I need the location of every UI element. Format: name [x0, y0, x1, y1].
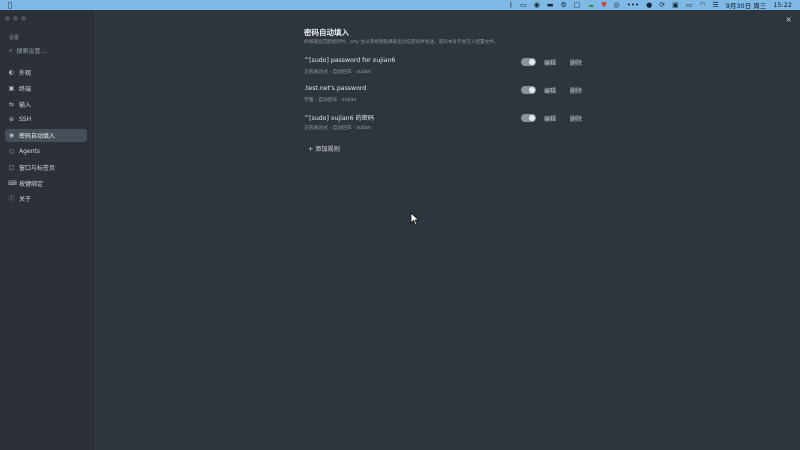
link-icon: ⊕ — [8, 116, 15, 124]
sidebar-item-label: Agents — [19, 147, 40, 155]
rule-enabled-toggle[interactable] — [521, 114, 536, 122]
sidebar-list: ◐ 外观 ▣ 终端 ⇆ 输入 ⊕ SSH ◉ 密码自动填入 ○ Agents ▢… — [5, 66, 87, 208]
terminal-icon: ▣ — [8, 84, 15, 92]
sidebar-item-label: 外观 — [19, 70, 32, 77]
sidebar-item-about[interactable]: ⓘ 关于 — [5, 192, 87, 205]
eye-icon: ◉ — [8, 132, 15, 140]
rule-row: ^[sudo] password for xujian6 正则表达式 · 自动回… — [304, 57, 594, 81]
menubar-date[interactable]: 9月30日 周三 — [726, 0, 766, 10]
settings-icon[interactable]: ⚙ — [561, 0, 567, 10]
sidebar-item-password-autofill[interactable]: ◉ 密码自动填入 — [5, 129, 87, 143]
sidebar-item-ssh[interactable]: ⊕ SSH — [5, 113, 87, 126]
sidebar-item-windows-tabs[interactable]: ▢ 窗口与标签页 — [5, 161, 87, 174]
menu-bar:  ᛒ ▭ ◉ ▬ ⚙ ▢ ☁ ⛊ ◎ ••• ● ⟳ ▣ ▭ ◠ ☰ 9月30… — [0, 0, 800, 10]
menubar-time[interactable]: 15:22 — [773, 1, 792, 9]
sidebar-item-label: 关于 — [19, 196, 32, 204]
sidebar-item-label: SSH — [19, 116, 32, 124]
rule-row: ^[sudo] xujian6 的密码 正则表达式 · 自动回车 · xujia… — [304, 113, 594, 137]
main-panel: × 密码自动填入 终端输出匹配规则时，etty 会从系统钥匙串取出对应密码并发送… — [96, 10, 800, 450]
bluetooth-icon[interactable]: ᛒ — [509, 0, 513, 10]
delete-button[interactable]: 删除 — [570, 58, 582, 67]
rule-pattern: ^[sudo] password for xujian6 — [304, 57, 396, 64]
control-center-icon[interactable]: ☰ — [713, 0, 719, 10]
screen-mirror-icon[interactable]: ▭ — [520, 0, 527, 10]
camera-icon[interactable]: ◉ — [534, 0, 540, 10]
sidebar-item-label: 按键绑定 — [19, 180, 44, 188]
agents-icon: ○ — [8, 147, 15, 155]
sidebar-item-label: 窗口与标签页 — [19, 164, 56, 172]
rule-meta: 正则表达式 · 自动回车 · xujian — [304, 126, 371, 131]
sidebar-item-label: 输入 — [19, 101, 32, 109]
shield-icon[interactable]: ⛊ — [601, 0, 606, 10]
sidebar-item-label: 密码自动填入 — [19, 133, 56, 141]
sidebar-item-input[interactable]: ⇆ 输入 — [5, 98, 87, 111]
wifi-icon[interactable]: ◠ — [699, 0, 705, 10]
wechat-icon[interactable]: ● — [646, 0, 652, 10]
edit-button[interactable]: 编辑 — [544, 58, 556, 67]
terminal-icon[interactable]: ▣ — [672, 0, 679, 10]
rule-meta: 字面 · 自动回车 · xujian — [304, 98, 357, 103]
sidebar-item-terminal[interactable]: ▣ 终端 — [5, 82, 87, 95]
edit-button[interactable]: 编辑 — [544, 114, 556, 123]
sidebar: 设置 ⌕ ◐ 外观 ▣ 终端 ⇆ 输入 ⊕ SSH ◉ 密 — [0, 10, 96, 450]
apple-icon[interactable]:  — [8, 0, 12, 10]
search-input[interactable] — [16, 47, 81, 55]
close-icon[interactable]: × — [785, 15, 792, 24]
rule-enabled-toggle[interactable] — [521, 86, 536, 94]
sidebar-item-label: 终端 — [19, 85, 32, 93]
rule-meta: 正则表达式 · 自动回车 · xujian — [304, 70, 371, 75]
delete-button[interactable]: 删除 — [570, 86, 582, 95]
chat-icon[interactable]: ▬ — [547, 0, 554, 10]
battery-icon[interactable]: ▭ — [686, 0, 693, 10]
minimize-window-button[interactable] — [13, 16, 18, 21]
settings-window: 设置 ⌕ ◐ 外观 ▣ 终端 ⇆ 输入 ⊕ SSH ◉ 密 — [0, 10, 800, 450]
info-icon: ⓘ — [8, 196, 15, 204]
delete-button[interactable]: 删除 — [570, 114, 582, 123]
edit-button[interactable]: 编辑 — [544, 86, 556, 95]
window-icon: ▢ — [8, 163, 15, 171]
sidebar-item-appearance[interactable]: ◐ 外观 — [5, 66, 87, 79]
window-controls — [5, 16, 26, 21]
sidebar-heading: 设置 — [9, 35, 20, 41]
rule-pattern: .test.net's password — [304, 85, 367, 92]
rule-pattern: ^[sudo] xujian6 的密码 — [304, 115, 375, 122]
sync-icon[interactable]: ⟳ — [659, 0, 665, 10]
appearance-icon: ◐ — [8, 69, 15, 76]
compass-icon[interactable]: ◎ — [614, 0, 620, 10]
rule-enabled-toggle[interactable] — [521, 58, 536, 66]
more-icon[interactable]: ••• — [627, 0, 639, 10]
input-icon: ⇆ — [8, 100, 15, 108]
keyboard-icon: ⌨ — [8, 179, 17, 187]
cloud-icon[interactable]: ☁ — [587, 0, 594, 10]
sidebar-item-keybindings[interactable]: ⌨ 按键绑定 — [5, 177, 87, 190]
zoom-window-button[interactable] — [21, 16, 26, 21]
sidebar-search[interactable]: ⌕ — [6, 45, 88, 57]
close-window-button[interactable] — [5, 16, 10, 21]
search-icon: ⌕ — [9, 47, 13, 54]
rule-row: .test.net's password 字面 · 自动回车 · xujian … — [304, 85, 594, 109]
page-title: 密码自动填入 — [304, 28, 349, 37]
page-description: 终端输出匹配规则时，etty 会从系统钥匙串取出对应密码并发送。密码本身不会写入… — [304, 40, 499, 45]
box-icon[interactable]: ▢ — [574, 0, 581, 10]
add-rule-button[interactable]: + 添加规则 — [308, 144, 340, 153]
sidebar-item-agents[interactable]: ○ Agents — [5, 145, 87, 158]
mouse-cursor-icon — [410, 212, 420, 226]
